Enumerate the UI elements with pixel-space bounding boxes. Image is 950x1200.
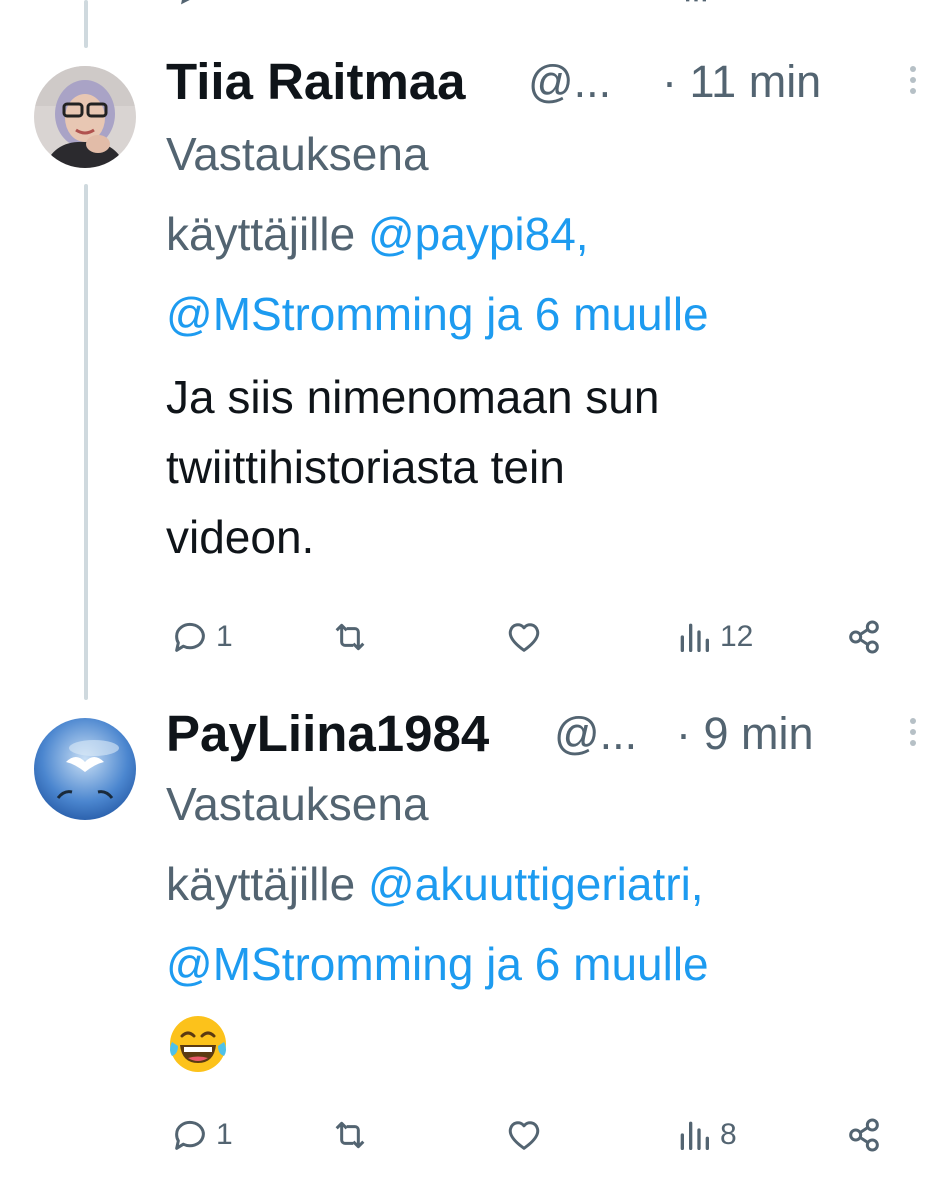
reply-line: käyttäjille @akuuttigeriatri, xyxy=(166,844,920,924)
avatar[interactable] xyxy=(34,66,136,168)
reply-button[interactable]: 1 xyxy=(170,1110,233,1160)
tweet-text-line: Ja siis nimenomaan sun xyxy=(166,371,660,423)
share-icon xyxy=(849,1118,879,1152)
timestamp[interactable]: · 9 min xyxy=(676,704,814,764)
tears-of-joy-emoji xyxy=(170,1016,226,1072)
retweet-icon xyxy=(335,623,365,651)
reply-count: 1 xyxy=(216,1118,233,1151)
reply-prefix: Vastauksena xyxy=(166,128,429,180)
mention-link[interactable]: @MStromming ja 6 muulle xyxy=(166,274,920,354)
views-count: 8 xyxy=(720,1118,737,1151)
display-name[interactable]: Tiia Raitmaa xyxy=(166,52,466,112)
mention-link[interactable]: @akuuttigeriatri, xyxy=(368,858,704,910)
tweet-text-line: twiittihistoriasta tein xyxy=(166,441,565,493)
retweet-button[interactable] xyxy=(330,1110,370,1160)
reply-count: 1 xyxy=(216,620,233,653)
avatar[interactable] xyxy=(34,718,136,820)
views-button[interactable]: 8 xyxy=(674,1110,737,1160)
tweet-actions: 1 12 xyxy=(166,612,910,662)
mention-link[interactable]: @paypi84, xyxy=(368,208,589,260)
heart-icon xyxy=(508,1121,540,1150)
like-button[interactable] xyxy=(504,1110,544,1160)
reply-button[interactable]: 1 xyxy=(170,612,233,662)
user-handle[interactable]: @... xyxy=(554,704,637,764)
tweet[interactable]: Tiia Raitmaa @... · 11 min Vastauksena k… xyxy=(0,0,950,700)
reply-icon xyxy=(175,622,205,652)
timestamp[interactable]: · 11 min xyxy=(662,52,821,112)
more-icon[interactable] xyxy=(906,718,920,752)
views-button[interactable]: 12 xyxy=(674,612,753,662)
reply-line-prefix: käyttäjille xyxy=(166,858,368,910)
reply-prefix: Vastauksena xyxy=(166,778,429,830)
tweet-actions: 1 8 xyxy=(166,1110,910,1160)
tweet-text: Ja siis nimenomaan sun twiittihistoriast… xyxy=(166,362,920,572)
views-icon xyxy=(680,1121,709,1150)
display-name[interactable]: PayLiina1984 xyxy=(166,704,489,764)
views-icon xyxy=(680,623,709,652)
retweet-button[interactable] xyxy=(330,612,370,662)
share-button[interactable] xyxy=(844,612,884,662)
reply-line-prefix: käyttäjille xyxy=(166,208,368,260)
share-icon xyxy=(849,620,879,654)
reply-line: käyttäjille @paypi84, xyxy=(166,194,920,274)
tweet[interactable]: PayLiina1984 @... · 9 min Vastauksena kä… xyxy=(0,700,950,1200)
reply-context: Vastauksena käyttäjille @akuuttigeriatri… xyxy=(166,764,920,1004)
heart-icon xyxy=(508,623,540,652)
views-count: 12 xyxy=(720,620,754,653)
reply-context: Vastauksena käyttäjille @paypi84, @MStro… xyxy=(166,114,920,354)
reply-icon xyxy=(175,1120,205,1150)
retweet-icon xyxy=(335,1121,365,1149)
user-handle[interactable]: @... xyxy=(528,52,611,112)
more-icon[interactable] xyxy=(906,66,920,100)
like-button[interactable] xyxy=(504,612,544,662)
share-button[interactable] xyxy=(844,1110,884,1160)
tweet-header: PayLiina1984 @... · 9 min xyxy=(166,704,920,764)
mention-link[interactable]: @MStromming ja 6 muulle xyxy=(166,924,920,1004)
tweet-text-line: videon. xyxy=(166,511,315,563)
tweet-header: Tiia Raitmaa @... · 11 min xyxy=(166,52,920,112)
